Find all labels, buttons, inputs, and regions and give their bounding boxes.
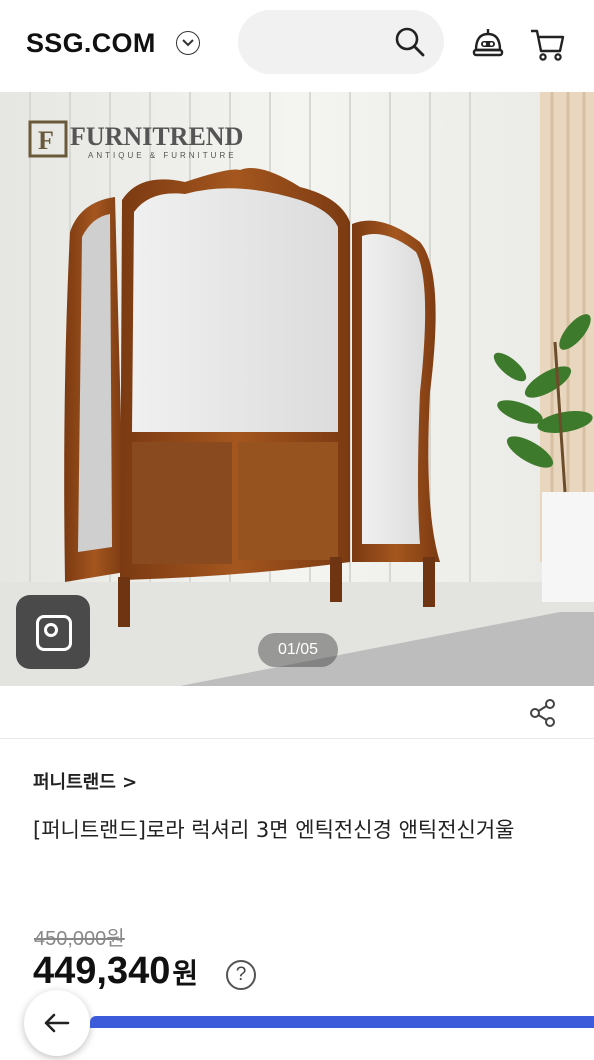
search-icon[interactable] xyxy=(394,26,426,58)
camera-lens-icon xyxy=(44,623,58,637)
back-button[interactable] xyxy=(24,990,90,1056)
ssg-logo[interactable]: SSG.COM xyxy=(26,28,156,59)
furnitrend-logo: F FURNITREND ANTIQUE & FURNITURE xyxy=(28,118,298,162)
logo-subtitle: ANTIQUE & FURNITURE xyxy=(88,151,237,160)
share-row xyxy=(0,686,594,739)
help-icon[interactable]: ? xyxy=(226,960,256,990)
share-icon[interactable] xyxy=(528,698,558,728)
chevron-down-icon[interactable] xyxy=(176,31,200,55)
original-price: 450,000원 xyxy=(34,928,125,950)
logo-wordmark: FURNITREND xyxy=(70,122,243,151)
arrow-left-icon xyxy=(44,1013,70,1033)
bottom-action-bar[interactable] xyxy=(90,1016,594,1028)
mirror-photo xyxy=(0,92,594,686)
sale-price: 449,340원 xyxy=(33,950,198,993)
svg-text:F: F xyxy=(38,126,54,155)
chatbot-icon[interactable] xyxy=(470,26,506,62)
sale-price-value: 449,340 xyxy=(33,950,171,992)
search-input[interactable] xyxy=(238,10,444,74)
product-image[interactable] xyxy=(0,92,594,686)
cart-icon[interactable] xyxy=(528,25,566,63)
sale-price-unit: 원 xyxy=(172,957,199,990)
brand-link[interactable]: 퍼니트랜드 > xyxy=(33,768,137,794)
product-title: [퍼니트랜드]로라 럭셔리 3면 엔틱전신경 앤틱전신거울 xyxy=(33,818,515,842)
camera-search-button[interactable] xyxy=(16,595,90,669)
top-header: SSG.COM xyxy=(0,0,594,92)
image-counter: 01/05 xyxy=(258,633,338,667)
